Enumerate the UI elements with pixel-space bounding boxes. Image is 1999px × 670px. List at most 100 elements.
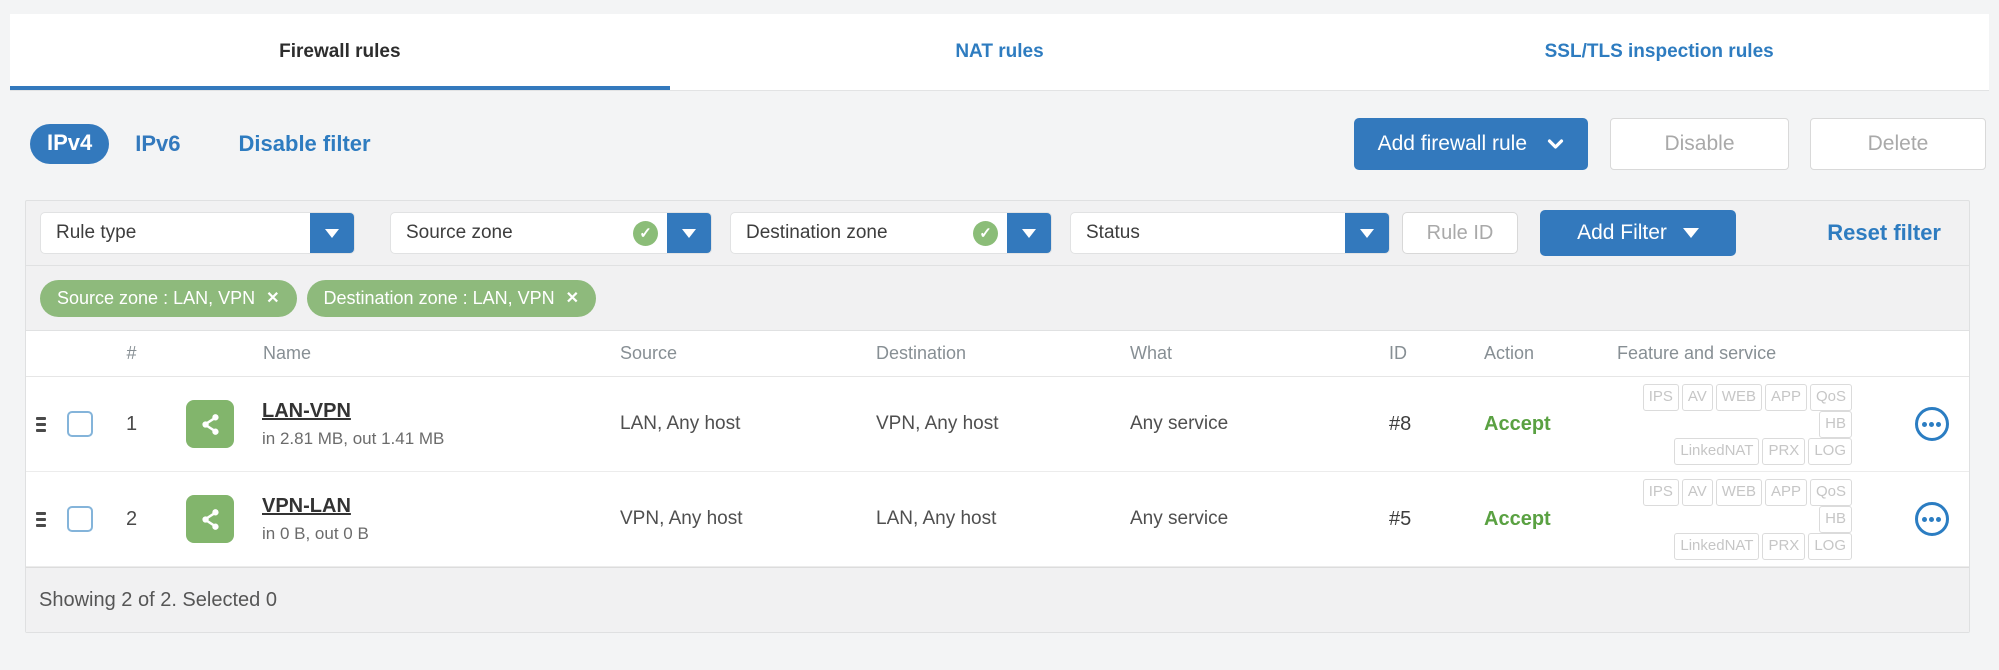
remove-filter-icon[interactable]: ✕ (266, 288, 279, 308)
feature-badge: IPS (1642, 478, 1679, 506)
ipv4-toggle[interactable]: IPv4 (30, 124, 110, 164)
header-destination: Destination (876, 343, 967, 363)
dropdown-arrow-button[interactable] (1345, 213, 1389, 253)
delete-button[interactable]: Delete (1810, 118, 1986, 170)
tab-bar: Firewall rules NAT rules SSL/TLS inspect… (10, 14, 1989, 91)
showing-summary: Showing 2 of 2. Selected 0 (39, 588, 277, 611)
dropdown-arrow-button[interactable] (667, 213, 711, 253)
rule-what: Any service (1130, 508, 1229, 529)
chevron-down-icon (1547, 138, 1564, 149)
caret-down-icon (682, 228, 696, 238)
destination-zone-dropdown[interactable]: Destination zone ✓ (730, 212, 1052, 254)
rule-action: Accept (1484, 412, 1551, 435)
table-footer: Showing 2 of 2. Selected 0 (26, 567, 1969, 632)
rules-panel: Rule type Source zone ✓ Destination zone… (25, 200, 1970, 633)
share-icon (186, 400, 234, 448)
status-label: Status (1086, 222, 1140, 243)
filter-row: Rule type Source zone ✓ Destination zone… (26, 201, 1969, 266)
row-checkbox[interactable] (67, 506, 93, 532)
feature-badge: HB (1819, 410, 1852, 438)
header-what: What (1130, 343, 1173, 363)
dropdown-arrow-button[interactable] (1007, 213, 1051, 253)
toolbar-actions: Add firewall rule Disable Delete (1353, 118, 1986, 170)
more-actions-icon[interactable] (1914, 407, 1949, 441)
more-actions-icon[interactable] (1914, 502, 1949, 536)
disable-filter-link[interactable]: Disable filter (239, 131, 371, 157)
tab-nat-rules[interactable]: NAT rules (670, 14, 1330, 90)
rule-features: IPS AV WEB APP QoSHB LinkedNAT PRX LOG (1599, 383, 1894, 465)
filter-chip-label: Source zone : LAN, VPN (57, 287, 256, 308)
row-checkbox[interactable] (67, 411, 93, 437)
filter-chips-row: Source zone : LAN, VPN ✕ Destination zon… (26, 266, 1969, 330)
add-filter-label: Add Filter (1577, 221, 1667, 244)
drag-handle-icon[interactable] (32, 413, 50, 436)
source-zone-dropdown[interactable]: Source zone ✓ (390, 212, 712, 254)
rule-type-dropdown[interactable]: Rule type (40, 212, 355, 254)
caret-down-icon (1022, 228, 1036, 238)
tab-label: SSL/TLS inspection rules (1544, 41, 1774, 62)
caret-down-icon (1682, 228, 1699, 238)
feature-badge: IPS (1642, 383, 1679, 411)
filter-active-check-icon: ✓ (973, 220, 998, 246)
toolbar: IPv4 IPv6 Disable filter Add firewall ru… (30, 112, 1986, 176)
rule-source: VPN, Any host (620, 508, 743, 529)
rule-id-input[interactable] (1402, 212, 1518, 254)
feature-badge: APP (1764, 478, 1807, 506)
rule-what: Any service (1130, 413, 1229, 434)
rule-id: #5 (1389, 507, 1412, 530)
filter-chip-label: Destination zone : LAN, VPN (323, 287, 555, 308)
feature-badge: LOG (1808, 437, 1852, 465)
feature-badge: LinkedNAT (1674, 437, 1760, 465)
feature-badge: HB (1819, 505, 1852, 533)
rule-number: 1 (125, 412, 138, 435)
firewall-rules-table: # Name Source Destination What ID Action… (26, 330, 1969, 632)
feature-badge: PRX (1762, 532, 1806, 560)
header-number: # (126, 343, 137, 363)
rule-id: #8 (1389, 412, 1412, 435)
rule-destination: LAN, Any host (876, 508, 997, 529)
tab-ssl-tls-inspection-rules[interactable]: SSL/TLS inspection rules (1329, 14, 1989, 90)
filter-chip-destination-zone[interactable]: Destination zone : LAN, VPN ✕ (306, 279, 597, 317)
header-feature-and-service: Feature and service (1617, 343, 1777, 363)
reset-filter-link[interactable]: Reset filter (1827, 220, 1941, 246)
header-action: Action (1484, 343, 1535, 363)
tab-label: NAT rules (955, 41, 1044, 62)
header-name: Name (263, 343, 312, 363)
disable-button[interactable]: Disable (1610, 118, 1789, 170)
feature-badge: LinkedNAT (1674, 532, 1760, 560)
status-dropdown[interactable]: Status (1070, 212, 1390, 254)
tab-firewall-rules[interactable]: Firewall rules (10, 14, 670, 90)
table-row: 1 LAN-VPN in 2.81 MB, out 1.41 MB LAN, A… (26, 377, 1969, 472)
share-icon (186, 495, 234, 543)
remove-filter-icon[interactable]: ✕ (566, 288, 579, 308)
rule-features: IPS AV WEB APP QoSHB LinkedNAT PRX LOG (1599, 478, 1894, 560)
add-firewall-rule-label: Add firewall rule (1377, 132, 1527, 155)
table-row: 2 VPN-LAN in 0 B, out 0 B VPN, Any host … (26, 472, 1969, 567)
feature-badge: APP (1764, 383, 1807, 411)
feature-badge: QoS (1809, 478, 1852, 506)
rule-traffic: in 0 B, out 0 B (262, 523, 369, 543)
add-filter-button[interactable]: Add Filter (1540, 210, 1736, 256)
header-id: ID (1389, 343, 1407, 363)
filter-active-check-icon: ✓ (633, 220, 658, 246)
rule-destination: VPN, Any host (876, 413, 999, 434)
rule-action: Accept (1484, 507, 1551, 530)
tab-label: Firewall rules (279, 41, 401, 62)
header-source: Source (620, 343, 678, 363)
ipv6-toggle[interactable]: IPv6 (135, 131, 180, 157)
feature-badge: AV (1681, 383, 1713, 411)
rule-name-link[interactable]: VPN-LAN (262, 495, 369, 518)
caret-down-icon (325, 228, 339, 238)
filter-chip-source-zone[interactable]: Source zone : LAN, VPN ✕ (40, 279, 297, 317)
table-header-row: # Name Source Destination What ID Action… (26, 331, 1969, 377)
caret-down-icon (1360, 228, 1374, 238)
rule-name-link[interactable]: LAN-VPN (262, 400, 444, 423)
dropdown-arrow-button[interactable] (310, 213, 354, 253)
feature-badge: AV (1681, 478, 1713, 506)
feature-badge: LOG (1808, 532, 1852, 560)
drag-handle-icon[interactable] (32, 508, 50, 531)
add-firewall-rule-button[interactable]: Add firewall rule (1353, 118, 1588, 170)
rule-type-label: Rule type (56, 222, 137, 243)
feature-badge: WEB (1715, 383, 1762, 411)
feature-badge: WEB (1715, 478, 1762, 506)
